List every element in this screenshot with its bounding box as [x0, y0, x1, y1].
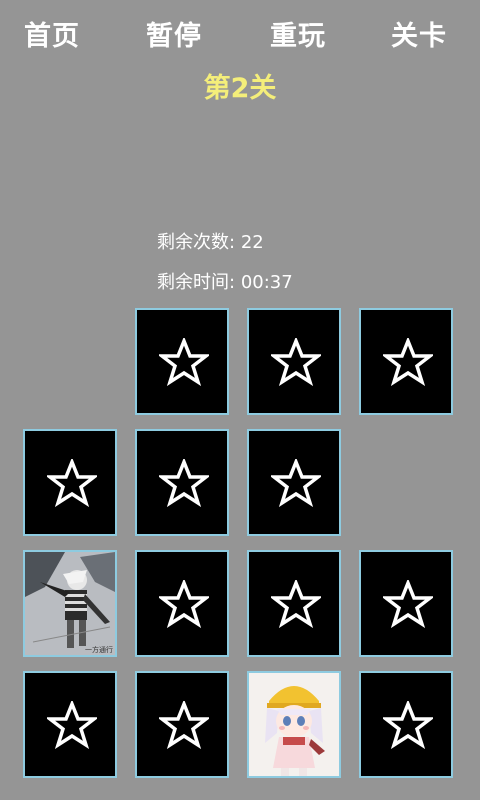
- remaining-attempts: 剩余次数: 22: [157, 228, 264, 254]
- remaining-attempts-value: 22: [240, 232, 264, 253]
- top-navigation: 首页 暂停 重玩 关卡: [0, 0, 480, 60]
- anime-character-image: 一方通行: [25, 552, 115, 655]
- card-back[interactable]: [23, 429, 117, 536]
- star-icon: [159, 701, 209, 749]
- levels-button[interactable]: 关卡: [391, 14, 447, 53]
- remaining-attempts-label: 剩余次数:: [157, 232, 236, 253]
- card-back[interactable]: [359, 308, 453, 415]
- star-icon: [271, 338, 321, 386]
- card-back[interactable]: [247, 308, 341, 415]
- remaining-time-label: 剩余时间:: [157, 272, 236, 293]
- revealed-card-image[interactable]: [247, 671, 341, 778]
- star-icon: [47, 459, 97, 507]
- level-title: 第2关: [203, 73, 277, 104]
- star-icon: [47, 701, 97, 749]
- card-back[interactable]: [359, 671, 453, 778]
- card-back[interactable]: [247, 429, 341, 536]
- star-icon: [159, 338, 209, 386]
- card-back[interactable]: [135, 308, 229, 415]
- star-icon: [383, 701, 433, 749]
- card-back[interactable]: [247, 550, 341, 657]
- image-caption: 一方通行: [85, 645, 113, 654]
- star-icon: [159, 580, 209, 628]
- remaining-time: 剩余时间: 00:37: [157, 268, 293, 294]
- star-icon: [383, 580, 433, 628]
- pause-button[interactable]: 暂停: [146, 14, 202, 53]
- card-back[interactable]: [135, 429, 229, 536]
- home-button[interactable]: 首页: [24, 14, 80, 53]
- card-back[interactable]: [359, 550, 453, 657]
- remaining-time-value: 00:37: [240, 272, 293, 293]
- chibi-girl-image: [249, 673, 339, 776]
- revealed-card-image[interactable]: 一方通行: [23, 550, 117, 657]
- card-back[interactable]: [135, 671, 229, 778]
- star-icon: [383, 338, 433, 386]
- star-icon: [271, 459, 321, 507]
- replay-button[interactable]: 重玩: [270, 14, 326, 53]
- card-back[interactable]: [23, 671, 117, 778]
- star-icon: [271, 580, 321, 628]
- star-icon: [159, 459, 209, 507]
- card-back[interactable]: [135, 550, 229, 657]
